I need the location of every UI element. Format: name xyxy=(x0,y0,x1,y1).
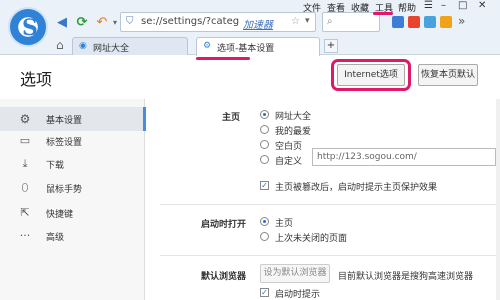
settings-sidebar: ⚙ 基本设置 ▭ 标签设置 ⤓ 下载 ⬯ 鼠标手势 ⇱ 快捷键 ··· 高级 xyxy=(0,99,146,300)
startup-option-label: 主页 xyxy=(275,219,294,229)
startup-label: 启动时打开 xyxy=(201,220,247,230)
homepage-option-label: 自定义 xyxy=(275,157,303,167)
shield-icon: ⛉ xyxy=(126,16,134,27)
set-default-browser-button[interactable]: 设为默认浏览器 xyxy=(260,264,330,283)
minimize-icon[interactable]: – xyxy=(441,0,446,11)
tab-icon: ▭ xyxy=(19,134,31,147)
extension-icon-3[interactable] xyxy=(424,16,436,28)
browser-window: S ◀ ⟳ ↶ ▾ ⛉ se://settings/?categ 加速器 ☆ ▾… xyxy=(0,0,500,300)
more-icon: ··· xyxy=(19,229,31,242)
sidebar-item-advanced[interactable]: ··· 高级 xyxy=(0,224,145,248)
internet-options-highlight xyxy=(331,59,411,91)
tab-url-directory[interactable]: ◉ 网址大全 xyxy=(72,37,188,55)
accelerator-link[interactable]: 加速器 xyxy=(243,16,273,31)
sidebar-item-label: 下载 xyxy=(46,161,65,171)
extension-icon-4[interactable] xyxy=(440,16,452,28)
extension-icon-2[interactable] xyxy=(408,16,420,28)
tab-label: 选项-基本设置 xyxy=(217,44,275,54)
menu-view[interactable]: 查看 xyxy=(327,1,345,14)
homepage-protect-label: 主页被篡改后，启动时提示主页保护效果 xyxy=(275,183,438,193)
search-box[interactable]: ⌕ xyxy=(322,12,380,32)
settings-tab-underline xyxy=(196,57,250,60)
restore-defaults-button[interactable]: 恢复本页默认 xyxy=(418,64,478,86)
download-icon: ⤓ xyxy=(22,157,28,170)
skin-icon[interactable]: ☰ xyxy=(424,0,433,11)
expand-icon[interactable]: » xyxy=(458,14,465,28)
homepage-radio-favorites[interactable] xyxy=(260,125,269,134)
sidebar-item-label: 鼠标手势 xyxy=(46,185,83,195)
sidebar-item-label: 高级 xyxy=(46,233,65,243)
extension-icon-1[interactable] xyxy=(392,16,404,28)
menu-file[interactable]: 文件 xyxy=(303,1,321,14)
page-title: 选项 xyxy=(20,70,53,89)
mouse-icon: ⬯ xyxy=(21,181,29,194)
menu-favorites[interactable]: 收藏 xyxy=(351,1,369,14)
settings-tab-icon: ⚙ xyxy=(203,41,212,51)
custom-homepage-url-field[interactable]: http://123.sogou.com/ xyxy=(312,148,496,166)
menu-help[interactable]: 帮助 xyxy=(398,1,416,14)
startup-radio-last-session[interactable] xyxy=(260,232,269,241)
close-icon[interactable]: ✕ xyxy=(478,0,486,11)
sidebar-item-tabs[interactable]: ▭ 标签设置 xyxy=(0,129,145,153)
homepage-radio-directory[interactable] xyxy=(260,110,269,119)
startup-prompt-checkbox[interactable]: ✓ xyxy=(260,288,269,297)
section-divider xyxy=(160,204,496,205)
address-url: se://settings/?categ xyxy=(141,16,240,27)
bookmark-star-icon[interactable]: ☆ xyxy=(291,16,300,27)
maximize-icon[interactable]: □ xyxy=(458,0,467,11)
sidebar-item-shortcuts[interactable]: ⇱ 快捷键 xyxy=(0,201,145,225)
tab-settings[interactable]: ⚙ 选项-基本设置 xyxy=(196,37,320,56)
homepage-radio-custom[interactable] xyxy=(260,155,269,164)
homepage-option-label: 我的最爱 xyxy=(275,127,312,137)
section-divider xyxy=(160,255,496,256)
sidebar-item-basic[interactable]: ⚙ 基本设置 xyxy=(0,107,146,131)
startup-radio-home[interactable] xyxy=(260,217,269,226)
shortcut-icon: ⇱ xyxy=(20,206,30,219)
homepage-option-label: 网址大全 xyxy=(275,112,312,122)
sidebar-item-download[interactable]: ⤓ 下载 xyxy=(0,152,145,176)
back-icon[interactable]: ◀ xyxy=(54,15,70,31)
sidebar-item-label: 快捷键 xyxy=(46,210,74,220)
home-icon[interactable]: ⌂ xyxy=(56,38,64,52)
startup-prompt-label: 启动时提示 xyxy=(275,290,321,300)
tools-highlight-underline xyxy=(373,12,393,15)
address-bar[interactable]: ⛉ se://settings/?categ 加速器 ☆ ▾ xyxy=(120,12,316,32)
sogou-logo[interactable]: S xyxy=(8,7,48,47)
gear-icon: ⚙ xyxy=(19,112,31,126)
homepage-label: 主页 xyxy=(222,113,241,123)
new-tab-button[interactable]: + xyxy=(324,39,338,53)
homepage-protect-checkbox[interactable]: ✓ xyxy=(260,181,269,190)
sidebar-item-label: 基本设置 xyxy=(46,116,83,126)
search-icon: ⌕ xyxy=(327,16,333,27)
default-browser-status: 目前默认浏览器是搜狗高速浏览器 xyxy=(338,272,474,282)
default-browser-label: 默认浏览器 xyxy=(201,272,247,282)
globe-icon: ◉ xyxy=(79,41,87,51)
sidebar-item-mouse-gestures[interactable]: ⬯ 鼠标手势 xyxy=(0,176,145,200)
tab-label: 网址大全 xyxy=(93,44,130,54)
browser-toolbar: S ◀ ⟳ ↶ ▾ ⛉ se://settings/?categ 加速器 ☆ ▾… xyxy=(0,0,500,60)
sidebar-item-label: 标签设置 xyxy=(46,138,83,148)
refresh-icon[interactable]: ⟳ xyxy=(74,15,90,31)
startup-option-label: 上次未关闭的页面 xyxy=(275,234,348,244)
scrollbar[interactable] xyxy=(496,99,500,300)
homepage-option-label: 空白页 xyxy=(275,142,303,152)
address-dropdown-icon[interactable]: ▾ xyxy=(305,16,310,26)
homepage-radio-blank[interactable] xyxy=(260,140,269,149)
